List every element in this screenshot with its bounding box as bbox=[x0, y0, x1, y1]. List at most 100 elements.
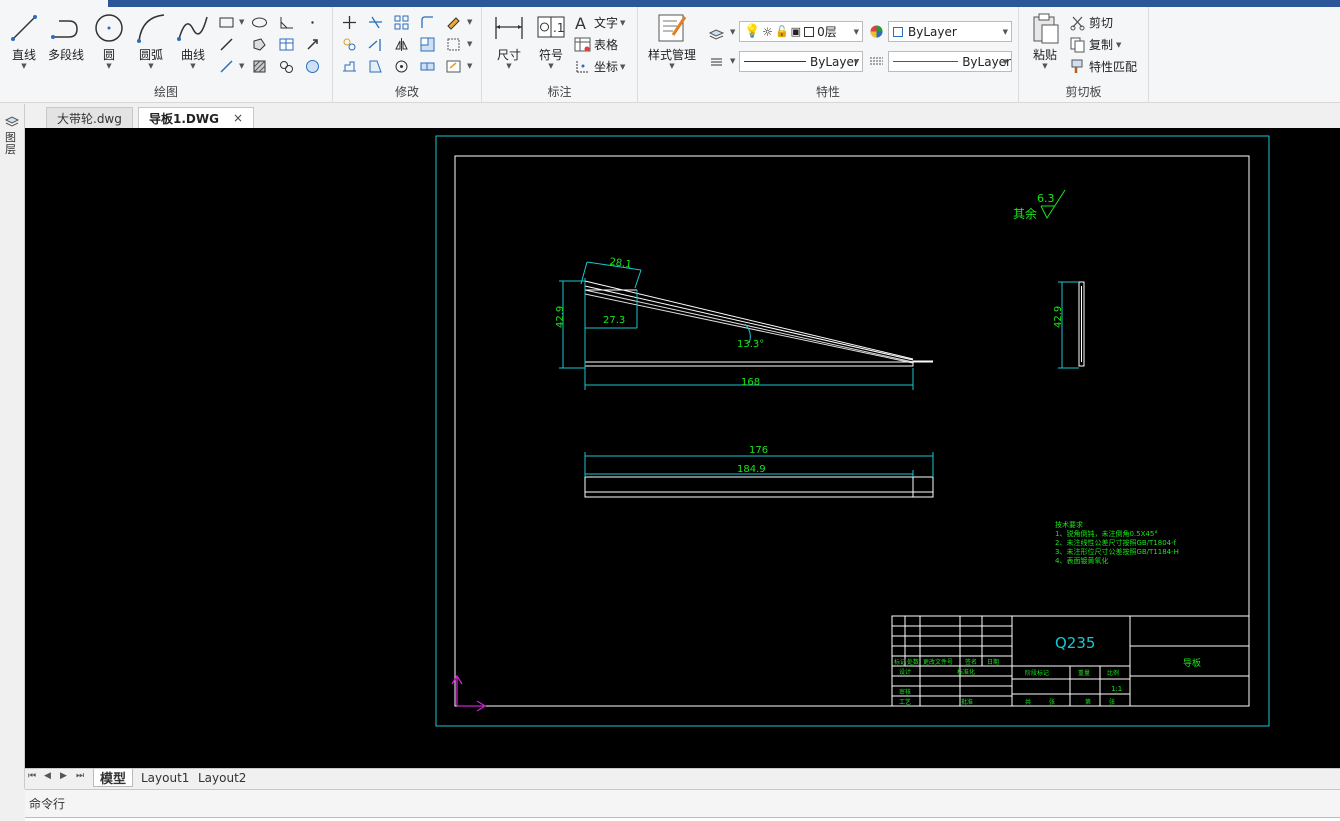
bulb-icon: 💡 bbox=[744, 24, 761, 39]
command-line[interactable]: 命令行 bbox=[25, 789, 1340, 817]
revcloud-button[interactable] bbox=[302, 56, 322, 76]
coordinate-button[interactable]: 坐标 ▼ bbox=[574, 58, 625, 75]
match-props-label: 特性匹配 bbox=[1089, 60, 1138, 74]
spline-button[interactable]: 曲线 ▼ bbox=[171, 11, 215, 70]
close-icon[interactable]: × bbox=[233, 111, 243, 125]
linetype-dropdown[interactable]: ByLayer ▼ bbox=[739, 51, 863, 72]
total-label: 共 bbox=[1025, 698, 1031, 706]
style-manager-label: 样式管理 bbox=[647, 48, 696, 62]
construction-line-button[interactable] bbox=[216, 34, 236, 54]
command-input[interactable] bbox=[25, 817, 1340, 821]
properties-edit-button[interactable] bbox=[443, 56, 463, 76]
modify-group: ▼ ▼ ▼ 修改 bbox=[333, 7, 482, 103]
rectangle-button[interactable] bbox=[216, 12, 236, 32]
angle-button[interactable] bbox=[276, 12, 296, 32]
dim-42-9-left: 42.9 bbox=[555, 306, 566, 328]
fillet-button[interactable] bbox=[417, 12, 437, 32]
table-button[interactable]: 表格 bbox=[574, 36, 618, 53]
mirror-button[interactable] bbox=[391, 34, 411, 54]
extend-button[interactable] bbox=[365, 34, 385, 54]
dimension-button[interactable]: 尺寸 ▼ bbox=[487, 11, 531, 70]
active-ribbon-tab-indicator[interactable] bbox=[0, 0, 108, 7]
rotate-button[interactable] bbox=[391, 56, 411, 76]
trim-icon bbox=[368, 16, 382, 28]
cut-icon bbox=[1070, 16, 1085, 31]
annotate-group: 尺寸 ▼ .1 符号 ▼ A 文字 ▼ 表格 坐标 ▼ 标注 bbox=[482, 7, 638, 103]
boundary-button[interactable] bbox=[276, 56, 296, 76]
layer-value: 0层 bbox=[817, 25, 837, 39]
note-line: 3、未注形位尺寸公差按照GB/T1184-H bbox=[1055, 547, 1179, 556]
doc-tab-1[interactable]: 导板1.DWG × bbox=[138, 107, 255, 128]
next-layout-icon[interactable]: ▶ bbox=[60, 771, 67, 781]
style-manager-button[interactable]: 样式管理 ▼ bbox=[642, 11, 702, 70]
part-name: 导板 bbox=[1183, 657, 1201, 669]
doc-tab-0[interactable]: 大带轮.dwg bbox=[46, 107, 133, 128]
text-button[interactable]: A 文字 ▼ bbox=[574, 14, 625, 31]
sheet-label: 张 bbox=[1049, 698, 1055, 706]
ray-button[interactable] bbox=[216, 56, 236, 76]
lineweight-button[interactable] bbox=[866, 51, 886, 71]
cut-button[interactable]: 剪切 bbox=[1069, 14, 1113, 31]
layout-tab-label: Layout1 bbox=[141, 771, 190, 785]
ray-icon bbox=[219, 59, 233, 73]
circle-label: 圆 bbox=[102, 48, 115, 62]
stretch-button[interactable] bbox=[339, 56, 359, 76]
color-dropdown[interactable]: ByLayer ▼ bbox=[888, 21, 1012, 42]
layer-panel-icon[interactable] bbox=[4, 112, 20, 128]
trim-button[interactable] bbox=[365, 12, 385, 32]
spline-label: 曲线 bbox=[180, 48, 205, 62]
first-layout-icon[interactable]: ⏮ bbox=[28, 771, 36, 781]
join-button[interactable] bbox=[417, 56, 437, 76]
dimension-icon bbox=[495, 17, 523, 39]
offset-button[interactable] bbox=[417, 34, 437, 54]
copy-obj-icon bbox=[343, 38, 355, 50]
lineweight-dropdown[interactable]: ByLayer ▼ bbox=[888, 51, 1012, 72]
layer-props-button[interactable] bbox=[706, 22, 726, 42]
design-label: 设计 bbox=[899, 668, 911, 676]
layout-tab-model[interactable]: 模型 bbox=[93, 769, 134, 787]
layer-panel-label[interactable]: 图层 bbox=[5, 132, 19, 156]
table-icon bbox=[574, 37, 591, 52]
circle-button[interactable]: 圆 ▼ bbox=[87, 11, 131, 70]
explode-button[interactable] bbox=[443, 34, 463, 54]
polyline-button[interactable]: 多段线 bbox=[44, 11, 88, 63]
layout-tab-layout2[interactable]: Layout2 bbox=[192, 769, 252, 787]
paste-button[interactable]: 粘贴 ▼ bbox=[1023, 11, 1067, 70]
point-button[interactable] bbox=[302, 12, 322, 32]
erase-button[interactable] bbox=[443, 12, 463, 32]
line-button[interactable]: 直线 ▼ bbox=[2, 11, 46, 70]
cad-app-window: { "ribbon": { "draw": { "label": "绘图", "… bbox=[0, 0, 1340, 821]
note-line: 2、未注线性公差尺寸按照GB/T1804-f bbox=[1055, 538, 1177, 547]
standardize-label: 标准化 bbox=[957, 668, 975, 676]
arc-button[interactable]: 圆弧 ▼ bbox=[129, 11, 173, 70]
color-wheel-button[interactable] bbox=[866, 21, 886, 41]
hatch-button[interactable] bbox=[249, 56, 269, 76]
symbol-button[interactable]: .1 符号 ▼ bbox=[529, 11, 573, 70]
scale-button[interactable] bbox=[365, 56, 385, 76]
copy-obj-button[interactable] bbox=[339, 34, 359, 54]
match-props-button[interactable]: 特性匹配 bbox=[1069, 58, 1137, 75]
doc-tab-label: 导板1.DWG bbox=[149, 111, 219, 126]
layer-dropdown[interactable]: 💡 ☼ 🔓 ▣ 0层 ▼ bbox=[739, 21, 863, 42]
prev-layout-icon[interactable]: ◀ bbox=[44, 771, 51, 781]
ellipse-button[interactable] bbox=[249, 12, 269, 32]
layout-tab-layout1[interactable]: Layout1 bbox=[135, 769, 195, 787]
table-label: 表格 bbox=[594, 38, 619, 52]
array-button[interactable] bbox=[391, 12, 411, 32]
drawing-canvas[interactable]: 其余 6.3 28.1 42.9 27.3 13.3° 168 42.9 176… bbox=[25, 128, 1340, 768]
pick-button[interactable] bbox=[302, 34, 322, 54]
line-icon bbox=[11, 15, 37, 41]
copy-button[interactable]: 复制 ▼ bbox=[1069, 36, 1121, 53]
properties-edit-icon bbox=[446, 60, 460, 72]
nth-label: 第 bbox=[1085, 698, 1091, 706]
table-draw-button[interactable] bbox=[276, 34, 296, 54]
move-button[interactable] bbox=[339, 12, 359, 32]
last-layout-icon[interactable]: ⏭ bbox=[76, 771, 84, 781]
lineweight-list-button[interactable] bbox=[706, 51, 726, 71]
note-line: 4、表面镀黄氧化 bbox=[1055, 556, 1108, 565]
document-tab-bar: 大带轮.dwg 导板1.DWG × bbox=[0, 104, 1340, 128]
rectangle-icon bbox=[219, 17, 233, 27]
pick-icon bbox=[306, 38, 318, 50]
region-button[interactable] bbox=[249, 34, 269, 54]
symbol-label: 符号 bbox=[538, 48, 563, 62]
